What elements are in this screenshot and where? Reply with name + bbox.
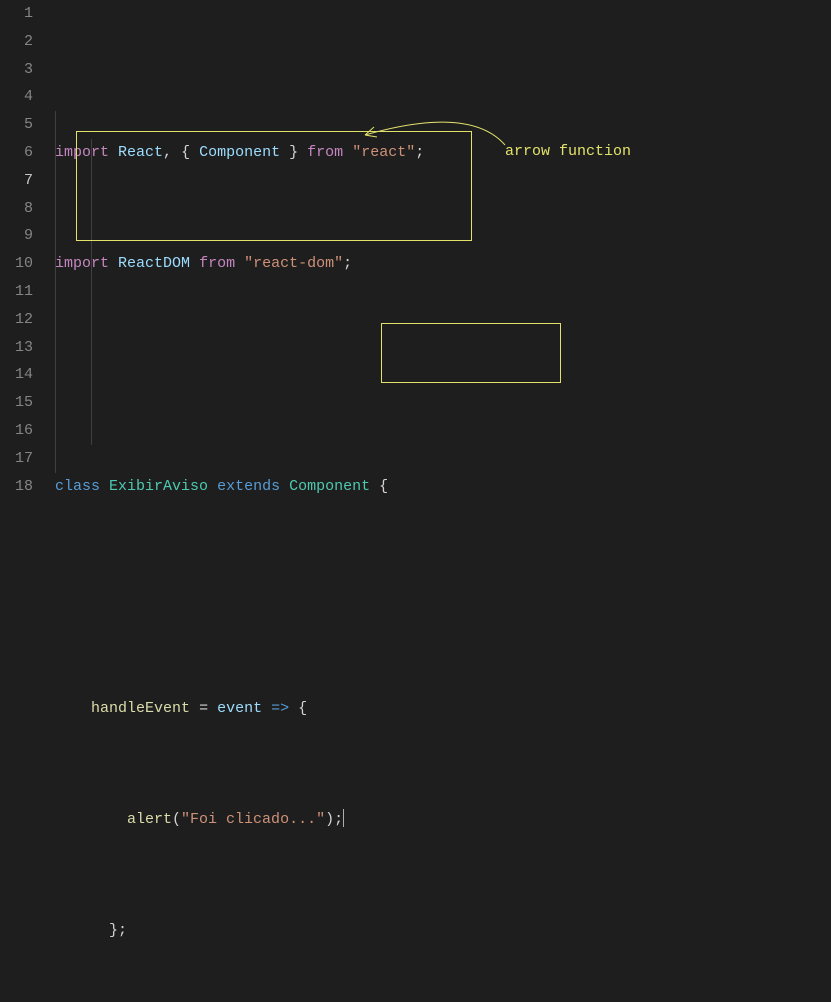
line-number: 7 bbox=[0, 167, 33, 195]
line-number: 18 bbox=[0, 473, 33, 501]
identifier: React bbox=[118, 144, 163, 161]
parameter: event bbox=[217, 700, 262, 717]
code-line: import ReactDOM from "react-dom"; bbox=[55, 250, 831, 278]
line-number: 10 bbox=[0, 250, 33, 278]
code-line bbox=[55, 361, 831, 389]
code-line: class ExibirAviso extends Component { bbox=[55, 473, 831, 501]
line-number: 13 bbox=[0, 334, 33, 362]
string-literal: "Foi clicado..." bbox=[181, 811, 325, 828]
line-number: 8 bbox=[0, 195, 33, 223]
line-number: 12 bbox=[0, 306, 33, 334]
string-literal: "react" bbox=[352, 144, 415, 161]
keyword-extends: extends bbox=[217, 478, 280, 495]
line-number: 2 bbox=[0, 28, 33, 56]
class-name: ExibirAviso bbox=[109, 478, 208, 495]
line-number: 11 bbox=[0, 278, 33, 306]
line-number: 15 bbox=[0, 389, 33, 417]
code-line bbox=[55, 584, 831, 612]
code-line: import React, { Component } from "react"… bbox=[55, 139, 831, 167]
line-number: 9 bbox=[0, 222, 33, 250]
indent-guide bbox=[55, 111, 56, 473]
code-content[interactable]: import React, { Component } from "react"… bbox=[55, 0, 831, 1002]
line-number: 6 bbox=[0, 139, 33, 167]
keyword-from: from bbox=[307, 144, 343, 161]
line-number: 3 bbox=[0, 56, 33, 84]
line-number: 4 bbox=[0, 83, 33, 111]
text-cursor bbox=[343, 809, 344, 827]
string-literal: "react-dom" bbox=[244, 255, 343, 272]
identifier: Component bbox=[199, 144, 280, 161]
line-number: 16 bbox=[0, 417, 33, 445]
code-line: }; bbox=[55, 917, 831, 945]
line-number: 17 bbox=[0, 445, 33, 473]
class-name: Component bbox=[289, 478, 370, 495]
arrow-operator: => bbox=[271, 700, 289, 717]
line-number-gutter: 1 2 3 4 5 6 7 8 9 10 11 12 13 14 15 16 1… bbox=[0, 0, 55, 1002]
annotation-label: arrow function bbox=[505, 138, 631, 166]
function-call: alert bbox=[127, 811, 172, 828]
line-number: 14 bbox=[0, 361, 33, 389]
keyword-class: class bbox=[55, 478, 100, 495]
keyword-from: from bbox=[199, 255, 235, 272]
line-number: 1 bbox=[0, 0, 33, 28]
method-name: handleEvent bbox=[91, 700, 190, 717]
code-editor[interactable]: 1 2 3 4 5 6 7 8 9 10 11 12 13 14 15 16 1… bbox=[0, 0, 831, 1002]
indent-guide bbox=[91, 139, 92, 445]
keyword-import: import bbox=[55, 144, 109, 161]
code-line: alert("Foi clicado..."); bbox=[55, 806, 831, 834]
keyword-import: import bbox=[55, 255, 109, 272]
code-line: handleEvent = event => { bbox=[55, 695, 831, 723]
identifier: ReactDOM bbox=[118, 255, 190, 272]
line-number: 5 bbox=[0, 111, 33, 139]
